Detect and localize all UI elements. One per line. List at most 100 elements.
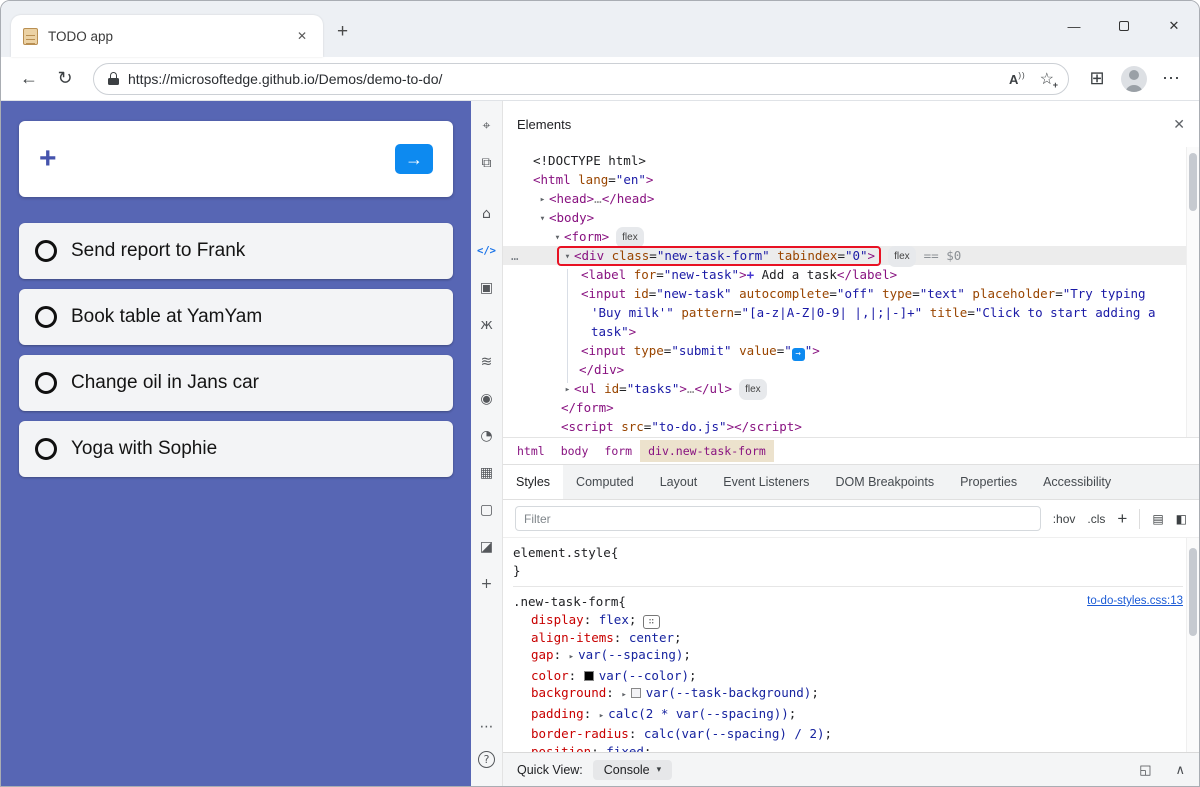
rule-selector[interactable]: .new-task-form	[513, 593, 618, 611]
scrollbar-thumb[interactable]	[1189, 548, 1197, 636]
expand-arrow-icon[interactable]: ▾	[536, 209, 549, 228]
tab-close-icon[interactable]: ✕	[293, 27, 311, 45]
network-icon[interactable]: ≋	[474, 349, 500, 375]
reload-button[interactable]: ↻	[47, 61, 83, 97]
tab-dom-breakpoints[interactable]: DOM Breakpoints	[822, 465, 947, 499]
tab-styles[interactable]: Styles	[503, 465, 563, 499]
expand-arrow-icon[interactable]: ▾	[561, 247, 574, 266]
task-item[interactable]: Send report to Frank	[19, 223, 453, 279]
changes-icon[interactable]: ◪	[474, 534, 500, 560]
dom-tree-line[interactable]: 'Buy milk'" pattern="[a-z|A-Z|0-9| |,|;|…	[503, 303, 1199, 322]
color-swatch[interactable]	[631, 688, 641, 698]
quickview-console-dropdown[interactable]: Console▾	[593, 760, 672, 780]
rendering-emulations-icon[interactable]: ▤	[1152, 512, 1163, 526]
submit-task-button[interactable]: →	[395, 144, 433, 174]
close-button[interactable]: ✕	[1149, 7, 1199, 45]
breadcrumb-item[interactable]: form	[596, 440, 640, 462]
color-swatch[interactable]	[584, 671, 594, 681]
task-item[interactable]: Yoga with Sophie	[19, 421, 453, 477]
css-property[interactable]: display: flex;∷	[513, 611, 1183, 629]
performance-icon[interactable]: ◔	[474, 423, 500, 449]
console-icon[interactable]: ▣	[474, 275, 500, 301]
dom-tree-line[interactable]: <!DOCTYPE html>	[503, 151, 1199, 170]
css-property[interactable]: border-radius: calc(var(--spacing) / 2);	[513, 725, 1183, 743]
css-property[interactable]: align-items: center;	[513, 629, 1183, 647]
flex-editor-icon[interactable]: ∷	[643, 615, 660, 629]
task-checkbox[interactable]	[35, 372, 57, 394]
help-icon[interactable]: ?	[478, 751, 495, 768]
welcome-icon[interactable]: ⌂	[474, 201, 500, 227]
new-task-form[interactable]: + →	[19, 121, 453, 197]
debugger-icon[interactable]: ж	[474, 312, 500, 338]
task-checkbox[interactable]	[35, 240, 57, 262]
breadcrumb-item[interactable]: html	[509, 440, 553, 462]
expand-arrow-icon[interactable]: ▾	[551, 228, 564, 247]
tab-event-listeners[interactable]: Event Listeners	[710, 465, 822, 499]
inspect-element-icon[interactable]: ⌖	[474, 113, 500, 139]
dom-tree-line[interactable]: task">	[503, 322, 1199, 341]
device-emulation-icon[interactable]: ⧉	[474, 150, 500, 176]
expand-arrow-icon[interactable]: ▸	[569, 652, 574, 662]
expand-quickview-icon[interactable]: ◱	[1139, 762, 1151, 778]
css-property[interactable]: padding: ▸calc(2 * var(--spacing));	[513, 705, 1183, 726]
task-checkbox[interactable]	[35, 306, 57, 328]
task-checkbox[interactable]	[35, 438, 57, 460]
dom-tree-line[interactable]: <html lang="en">	[503, 170, 1199, 189]
collections-icon[interactable]: ⊞	[1079, 61, 1115, 97]
more-tools-icon[interactable]: ⋯	[474, 714, 500, 740]
dom-scrollbar[interactable]	[1186, 147, 1199, 437]
styles-scrollbar[interactable]	[1186, 538, 1199, 752]
add-favorite-icon[interactable]: ☆+	[1040, 69, 1054, 89]
maximize-button[interactable]	[1099, 7, 1149, 45]
collapse-quickview-icon[interactable]: ∧	[1175, 762, 1185, 778]
issues-icon[interactable]: ◉	[474, 386, 500, 412]
breadcrumb-item[interactable]: body	[553, 440, 597, 462]
filter-input[interactable]	[515, 506, 1041, 531]
tab-layout[interactable]: Layout	[647, 465, 711, 499]
stylesheet-link[interactable]: to-do-styles.css:13	[1087, 593, 1183, 611]
css-property[interactable]: background: ▸var(--task-background);	[513, 684, 1183, 705]
dom-tree-line[interactable]: ▾<form>flex	[503, 227, 1199, 246]
breadcrumb-item[interactable]: div.new-task-form	[640, 440, 774, 462]
back-button[interactable]: ←	[11, 61, 47, 97]
rule-selector[interactable]: element.style	[513, 544, 611, 562]
dom-tree-line[interactable]: …▾<div class="new-task-form" tabindex="0…	[503, 246, 1199, 265]
dom-tree-line[interactable]: ▸<head>…</head>	[503, 189, 1199, 208]
expand-arrow-icon[interactable]: ▸	[599, 711, 604, 721]
elements-icon[interactable]: </>	[474, 238, 500, 264]
flex-badge[interactable]: flex	[616, 227, 644, 248]
dom-tree-line[interactable]: <script src="to-do.js"></script>	[503, 417, 1199, 436]
dom-tree-line[interactable]: <label for="new-task">+ Add a task</labe…	[503, 265, 1199, 284]
toggle-class-button[interactable]: .cls	[1087, 512, 1105, 526]
css-property[interactable]: gap: ▸var(--spacing);	[513, 646, 1183, 667]
tab-computed[interactable]: Computed	[563, 465, 647, 499]
browser-menu-icon[interactable]: ⋯	[1153, 61, 1189, 97]
application-icon[interactable]: ▢	[474, 497, 500, 523]
profile-avatar[interactable]	[1121, 66, 1147, 92]
address-bar[interactable]: https://microsoftedge.github.io/Demos/de…	[93, 63, 1069, 95]
task-item[interactable]: Book table at YamYam	[19, 289, 453, 345]
url-text[interactable]: https://microsoftedge.github.io/Demos/de…	[128, 71, 1001, 87]
devtools-close-icon[interactable]: ✕	[1173, 116, 1185, 133]
dom-tree-line[interactable]: </form>	[503, 398, 1199, 417]
dom-tree-line[interactable]: <input id="new-task" autocomplete="off" …	[503, 284, 1199, 303]
new-style-rule-button[interactable]: +	[1117, 509, 1127, 529]
dom-tree-line[interactable]: </div>	[503, 360, 1199, 379]
tab-properties[interactable]: Properties	[947, 465, 1030, 499]
elements-panel-title[interactable]: Elements	[517, 117, 571, 132]
flex-badge[interactable]: flex	[739, 379, 767, 400]
dom-tree-line[interactable]: <input type="submit" value="→">	[503, 341, 1199, 360]
new-tab-button[interactable]: +	[337, 21, 348, 43]
tab-accessibility[interactable]: Accessibility	[1030, 465, 1124, 499]
browser-tab[interactable]: TODO app ✕	[11, 15, 323, 57]
expand-arrow-icon[interactable]: ▸	[536, 190, 549, 209]
dom-tree-line[interactable]: ▸<ul id="tasks">…</ul>flex	[503, 379, 1199, 398]
dom-tree-line[interactable]: ▾<body>	[503, 208, 1199, 227]
toggle-sidebar-icon[interactable]: ◧	[1176, 512, 1187, 526]
expand-arrow-icon[interactable]: ▸	[621, 690, 626, 700]
minimize-button[interactable]: —	[1049, 7, 1099, 45]
toggle-hover-state-button[interactable]: :hov	[1053, 512, 1076, 526]
memory-icon[interactable]: ▦	[474, 460, 500, 486]
task-item[interactable]: Change oil in Jans car	[19, 355, 453, 411]
css-property[interactable]: position: fixed;	[513, 743, 1183, 753]
